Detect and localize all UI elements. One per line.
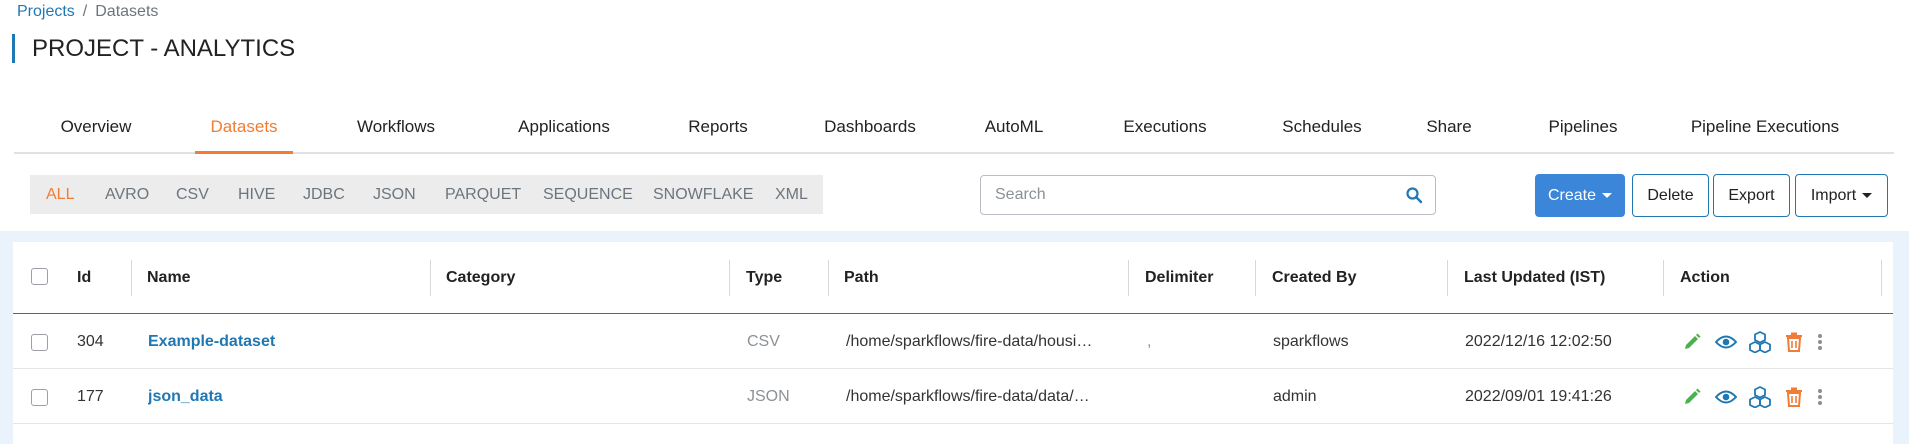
column-divider [1663,260,1664,296]
tab-executions[interactable]: Executions [1108,110,1222,154]
more-icon[interactable] [1816,385,1824,409]
column-header-path[interactable]: Path [844,242,879,314]
datasets-table: Id Name Category Type Path Delimiter Cre… [13,242,1893,444]
tab-overview[interactable]: Overview [52,110,140,154]
tab-workflows[interactable]: Workflows [349,110,443,154]
tab-datasets[interactable]: Datasets [195,110,293,154]
column-divider [1255,260,1256,296]
column-divider [828,260,829,296]
column-header-category[interactable]: Category [446,242,515,314]
cubes-icon[interactable] [1748,385,1772,409]
column-header-last-updated[interactable]: Last Updated (IST) [1464,242,1605,314]
column-header-created-by[interactable]: Created By [1272,242,1356,314]
tab-applications[interactable]: Applications [502,110,626,154]
delete-button[interactable]: Delete [1632,174,1709,217]
table-row[interactable]: 177 json_data JSON /home/sparkflows/fire… [13,370,1893,424]
cell-name-link[interactable]: Example-dataset [148,315,275,369]
column-header-type[interactable]: Type [746,242,782,314]
tab-schedules[interactable]: Schedules [1268,110,1376,154]
filter-xml[interactable]: XML [775,175,808,214]
project-tabs: Overview Datasets Workflows Applications… [14,110,1894,154]
breadcrumb-projects-link[interactable]: Projects [17,3,75,21]
cell-type: CSV [747,333,780,350]
cell-id: 177 [77,388,104,405]
import-button-label: Import [1810,186,1857,204]
export-button[interactable]: Export [1713,174,1790,217]
cell-created-by: admin [1273,388,1317,405]
more-icon[interactable] [1816,330,1824,354]
table-header: Id Name Category Type Path Delimiter Cre… [13,242,1893,314]
column-divider [430,260,431,296]
filter-jdbc[interactable]: JDBC [303,175,345,214]
page-title: PROJECT - ANALYTICS [12,34,295,63]
column-header-name[interactable]: Name [147,242,191,314]
delete-icon[interactable] [1782,385,1806,409]
column-divider [1881,260,1882,296]
tab-dashboards[interactable]: Dashboards [811,110,929,154]
breadcrumb-current: Datasets [95,3,159,20]
select-all-checkbox[interactable] [31,268,48,285]
cell-id: 304 [77,333,104,350]
row-actions [1680,315,1824,369]
create-button[interactable]: Create [1535,174,1625,217]
edit-icon[interactable] [1680,385,1704,409]
column-header-id[interactable]: Id [77,242,91,314]
filter-all[interactable]: ALL [46,175,74,214]
cubes-icon[interactable] [1748,330,1772,354]
edit-icon[interactable] [1680,330,1704,354]
create-button-label: Create [1547,186,1597,204]
tab-reports[interactable]: Reports [676,110,760,154]
search-box [980,175,1436,215]
cell-created-by: sparkflows [1273,333,1349,350]
column-divider [729,260,730,296]
column-divider [131,260,132,296]
filter-csv[interactable]: CSV [176,175,209,214]
row-actions [1680,370,1824,424]
column-header-delimiter[interactable]: Delimiter [1145,242,1213,314]
row-checkbox[interactable] [31,334,48,351]
cell-name-link[interactable]: json_data [148,370,223,424]
view-icon[interactable] [1714,385,1738,409]
filter-avro[interactable]: AVRO [105,175,149,214]
type-filter-bar: ALL AVRO CSV HIVE JDBC JSON PARQUET SEQU… [30,175,823,214]
cell-last-updated: 2022/09/01 19:41:26 [1465,388,1612,405]
filter-parquet[interactable]: PARQUET [445,175,521,214]
tab-pipelines[interactable]: Pipelines [1537,110,1629,154]
import-button[interactable]: Import [1795,174,1888,217]
tab-pipeline-executions[interactable]: Pipeline Executions [1684,110,1846,154]
cell-path: /home/sparkflows/fire-data/housi… [846,333,1093,350]
search-icon[interactable] [1405,186,1423,204]
column-header-action: Action [1680,269,1730,286]
column-divider [1447,260,1448,296]
filter-json[interactable]: JSON [373,175,416,214]
cell-path: /home/sparkflows/fire-data/data/… [846,388,1090,405]
table-row[interactable]: 304 Example-dataset CSV /home/sparkflows… [13,315,1893,369]
filter-hive[interactable]: HIVE [238,175,275,214]
search-input[interactable] [981,176,1391,214]
tab-automl[interactable]: AutoML [978,110,1050,154]
row-checkbox[interactable] [31,389,48,406]
delete-icon[interactable] [1782,330,1806,354]
tab-share[interactable]: Share [1419,110,1479,154]
filter-sequence[interactable]: SEQUENCE [543,175,633,214]
cell-delimiter: , [1147,333,1152,350]
chevron-down-icon [1602,193,1613,198]
breadcrumb: Projects / Datasets [17,3,158,21]
chevron-down-icon [1862,193,1873,198]
breadcrumb-separator: / [82,3,88,20]
cell-type: JSON [747,388,790,405]
filter-snowflake[interactable]: SNOWFLAKE [653,175,753,214]
column-divider [1128,260,1129,296]
view-icon[interactable] [1714,330,1738,354]
cell-last-updated: 2022/12/16 12:02:50 [1465,333,1612,350]
